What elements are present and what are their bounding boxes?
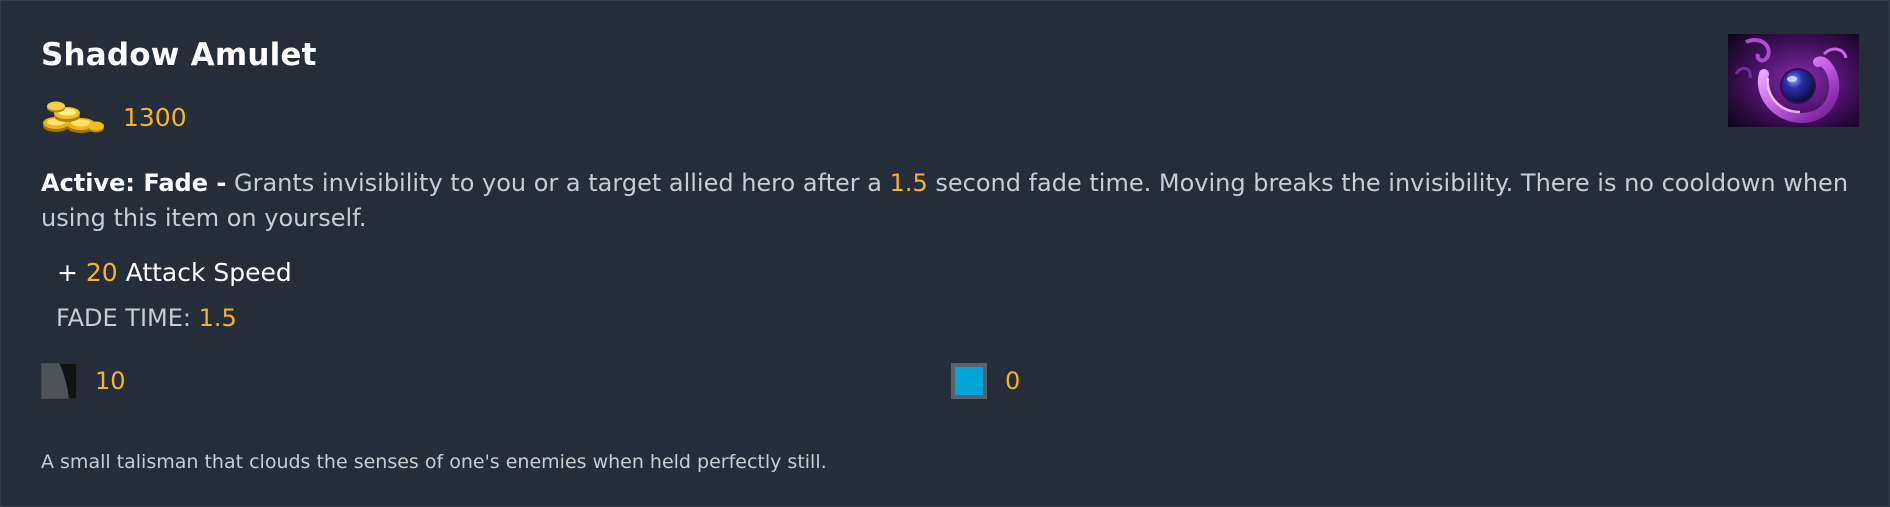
mana-cost-icon bbox=[951, 363, 987, 399]
item-cost: 1300 bbox=[41, 97, 187, 137]
attack-speed-bonus: + 20 Attack Speed bbox=[57, 258, 292, 287]
gold-coins-icon bbox=[43, 101, 104, 133]
item-name: Shadow Amulet bbox=[41, 37, 317, 73]
item-tooltip-card: Shadow Amulet 1300 Active: Fade - Grants… bbox=[0, 0, 1890, 507]
cooldown: 10 bbox=[41, 363, 126, 399]
attack-speed-label: Attack Speed bbox=[117, 258, 292, 287]
attack-speed-prefix: + bbox=[57, 258, 86, 287]
active-description-part-1: Grants invisibility to you or a target a… bbox=[226, 169, 890, 197]
active-ability-description: Active: Fade - Grants invisibility to yo… bbox=[41, 166, 1861, 236]
attack-speed-value: 20 bbox=[85, 258, 118, 287]
fade-time-inline-value: 1.5 bbox=[889, 169, 928, 197]
cooldown-icon bbox=[41, 363, 77, 399]
fade-time-label: FADE TIME: bbox=[56, 304, 199, 332]
active-ability-name: Active: Fade - bbox=[41, 169, 227, 197]
fade-time-attribute: FADE TIME: 1.5 bbox=[56, 304, 237, 332]
item-lore: A small talisman that clouds the senses … bbox=[41, 451, 827, 473]
cost-value: 1300 bbox=[123, 102, 187, 132]
mana-cost-value: 0 bbox=[1005, 367, 1021, 395]
mana-cost: 0 bbox=[951, 363, 1020, 399]
shadow-amulet-item-image bbox=[1728, 34, 1859, 127]
fade-time-value: 1.5 bbox=[198, 304, 237, 332]
cooldown-value: 10 bbox=[95, 367, 126, 395]
